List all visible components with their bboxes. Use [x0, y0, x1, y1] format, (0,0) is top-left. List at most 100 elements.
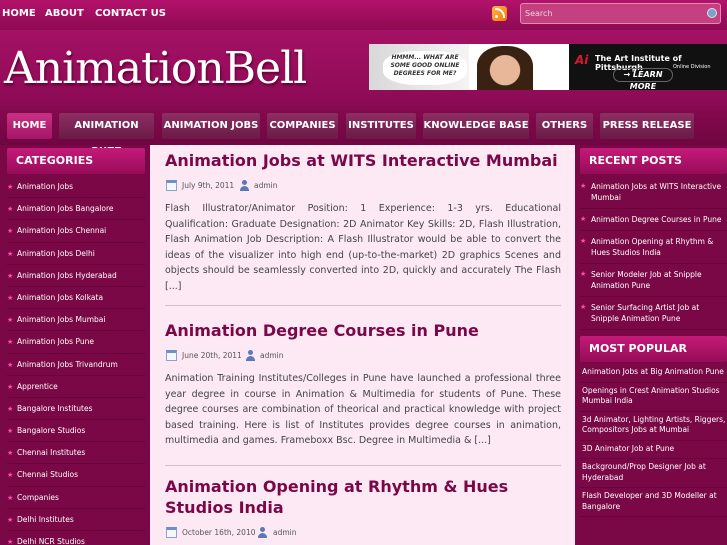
- popular-item[interactable]: Background/Prop Designer Job at Hyderaba…: [580, 459, 727, 488]
- star-icon: ★: [580, 237, 587, 245]
- post-excerpt: Animation Training Institutes/Colleges i…: [165, 373, 561, 447]
- popular-item[interactable]: Openings in Crest Animation Studios Mumb…: [580, 383, 727, 412]
- user-icon: [257, 527, 268, 538]
- category-item[interactable]: ★ Animation Jobs Hyderabad: [7, 265, 145, 287]
- category-item[interactable]: ★ Animation Jobs Pune: [7, 331, 145, 354]
- user-icon: [245, 350, 256, 361]
- post-meta: June 20th, 2011 admin: [165, 349, 561, 363]
- nav-press-release[interactable]: PRESS RELEASE: [600, 113, 694, 139]
- category-item[interactable]: ★ Delhi NCR Studios: [7, 531, 145, 545]
- categories-list: ★ Animation Jobs ★ Animation Jobs Bangalor…: [7, 176, 145, 545]
- star-icon: ★: [7, 382, 14, 391]
- star-icon: ★: [7, 271, 14, 280]
- most-popular-title: MOST POPULAR: [580, 336, 727, 362]
- star-icon: ★: [580, 182, 587, 190]
- site-header: AnimationBell HMMM... WHAT ARE SOME GOOD…: [0, 30, 727, 105]
- search-input[interactable]: [525, 6, 695, 21]
- star-icon: ★: [7, 205, 14, 214]
- popular-item[interactable]: 3d Animator, Lighting Artists, Riggers, …: [580, 412, 727, 441]
- nav-home[interactable]: HOME: [7, 113, 52, 139]
- post-author[interactable]: admin: [273, 528, 297, 537]
- nav-others[interactable]: OTHERS: [536, 113, 593, 139]
- recent-post-item[interactable]: ★ Senior Surfacing Artist Job at Snipple …: [580, 297, 727, 330]
- category-item[interactable]: ★ Animation Jobs Kolkata: [7, 287, 145, 310]
- category-item[interactable]: ★ Chennai Studios: [7, 464, 145, 487]
- star-icon: ★: [7, 183, 14, 191]
- category-item[interactable]: ★ Animation Jobs Delhi: [7, 243, 145, 265]
- category-item[interactable]: ★ Animation Jobs: [7, 176, 145, 199]
- left-sidebar: CATEGORIES ★ Animation Jobs ★ Animation Jo…: [7, 145, 145, 545]
- star-icon: ★: [7, 538, 14, 545]
- rss-icon[interactable]: [492, 6, 507, 21]
- post-date: October 16th, 2010: [182, 528, 256, 537]
- search-box: [520, 3, 721, 24]
- post-excerpt: Flash Illustrator/Animator Position: 1 E…: [165, 203, 561, 292]
- calendar-icon: [166, 180, 177, 191]
- star-icon: ★: [7, 449, 14, 458]
- post: Animation Degree Courses in Pune June 20…: [165, 320, 561, 449]
- category-item[interactable]: ★ Bangalore Institutes: [7, 398, 145, 421]
- nav-institutes[interactable]: INSTITUTES: [346, 113, 416, 139]
- recent-post-item[interactable]: ★ Animation Jobs at WITS Interactive Mumb…: [580, 176, 727, 209]
- calendar-icon: [166, 350, 177, 361]
- top-nav-about[interactable]: ABOUT: [45, 8, 84, 19]
- recent-post-item[interactable]: ★ Senior Modeler Job at Snipple Animation…: [580, 264, 727, 297]
- top-nav-contact[interactable]: CONTACT US: [95, 8, 166, 19]
- post-title[interactable]: Animation Degree Courses in Pune: [165, 320, 561, 341]
- nav-animation-jobs[interactable]: ANIMATION JOBS: [162, 113, 260, 139]
- post-title[interactable]: Animation Opening at Rhythm & Hues Studi…: [165, 476, 561, 518]
- recent-post-item[interactable]: ★ Animation Opening at Rhythm & Hues Stud…: [580, 231, 727, 264]
- ad-speech-bubble: HMMM... WHAT ARE SOME GOOD ONLINE DEGREE…: [383, 51, 467, 85]
- top-bar: HOME ABOUT CONTACT US: [0, 0, 727, 30]
- post-author[interactable]: admin: [260, 351, 284, 360]
- recent-posts-list: ★ Animation Jobs at WITS Interactive Mumb…: [580, 176, 727, 330]
- star-icon: ★: [7, 316, 14, 325]
- popular-item[interactable]: Animation Jobs at Big Animation Pune: [580, 364, 727, 383]
- search-icon[interactable]: [707, 8, 717, 18]
- recent-posts-title: RECENT POSTS: [580, 148, 727, 174]
- category-item[interactable]: ★ Delhi Institutes: [7, 509, 145, 531]
- top-nav-home[interactable]: HOME: [2, 8, 36, 19]
- site-logo[interactable]: AnimationBell: [4, 44, 307, 94]
- category-item[interactable]: ★ Animation Jobs Mumbai: [7, 309, 145, 332]
- star-icon: ★: [580, 303, 587, 311]
- post-divider: [165, 305, 561, 306]
- popular-item[interactable]: Flash Developer and 3D Modeller at Banga…: [580, 488, 727, 517]
- nav-animation-buzz[interactable]: ANIMATION BUZZ: [59, 113, 154, 157]
- star-icon: ★: [7, 471, 14, 480]
- ad-banner[interactable]: HMMM... WHAT ARE SOME GOOD ONLINE DEGREE…: [369, 44, 727, 90]
- nav-knowledge-base[interactable]: KNOWLEDGE BASE: [423, 113, 529, 139]
- post-title[interactable]: Animation Jobs at WITS Interactive Mumba…: [165, 150, 561, 171]
- main-content: Animation Jobs at WITS Interactive Mumba…: [150, 145, 575, 545]
- category-item[interactable]: ★ Bangalore Studios: [7, 420, 145, 443]
- calendar-icon: [166, 527, 177, 538]
- star-icon: ★: [7, 227, 14, 236]
- category-item[interactable]: ★ Animation Jobs Chennai: [7, 220, 145, 243]
- category-item[interactable]: ★ Apprentice: [7, 376, 145, 398]
- post-author[interactable]: admin: [254, 181, 278, 190]
- category-item[interactable]: ★ Animation Jobs Trivandrum: [7, 354, 145, 376]
- post-date: July 9th, 2011: [182, 181, 235, 190]
- post-date: June 20th, 2011: [182, 351, 242, 360]
- ad-brand-panel: Ai The Art Institute of Pittsburgh Onlin…: [569, 44, 727, 90]
- nav-companies[interactable]: COMPANIES: [267, 113, 338, 139]
- ad-woman-image: [477, 46, 533, 90]
- star-icon: ★: [580, 270, 587, 278]
- star-icon: ★: [7, 338, 14, 347]
- recent-post-item[interactable]: ★ Animation Degree Courses in Pune: [580, 209, 727, 231]
- category-item[interactable]: ★ Companies: [7, 487, 145, 509]
- ad-division: Online Division: [673, 64, 711, 70]
- post: Animation Opening at Rhythm & Hues Studi…: [165, 476, 561, 540]
- post: Animation Jobs at WITS Interactive Mumba…: [165, 150, 561, 295]
- popular-item[interactable]: 3D Animator Job at Pune: [580, 441, 727, 459]
- star-icon: ★: [7, 515, 14, 524]
- category-item[interactable]: ★ Animation Jobs Bangalore: [7, 198, 145, 221]
- star-icon: ★: [7, 249, 14, 258]
- categories-title: CATEGORIES: [7, 148, 145, 174]
- most-popular-list: Animation Jobs at Big Animation Pune Ope…: [580, 364, 727, 517]
- star-icon: ★: [7, 404, 14, 413]
- ad-learn-more[interactable]: → LEARN MORE: [613, 68, 673, 90]
- category-item[interactable]: ★ Chennai Institutes: [7, 442, 145, 465]
- ad-background: HMMM... WHAT ARE SOME GOOD ONLINE DEGREE…: [369, 44, 469, 90]
- post-meta: October 16th, 2010 admin: [165, 526, 561, 540]
